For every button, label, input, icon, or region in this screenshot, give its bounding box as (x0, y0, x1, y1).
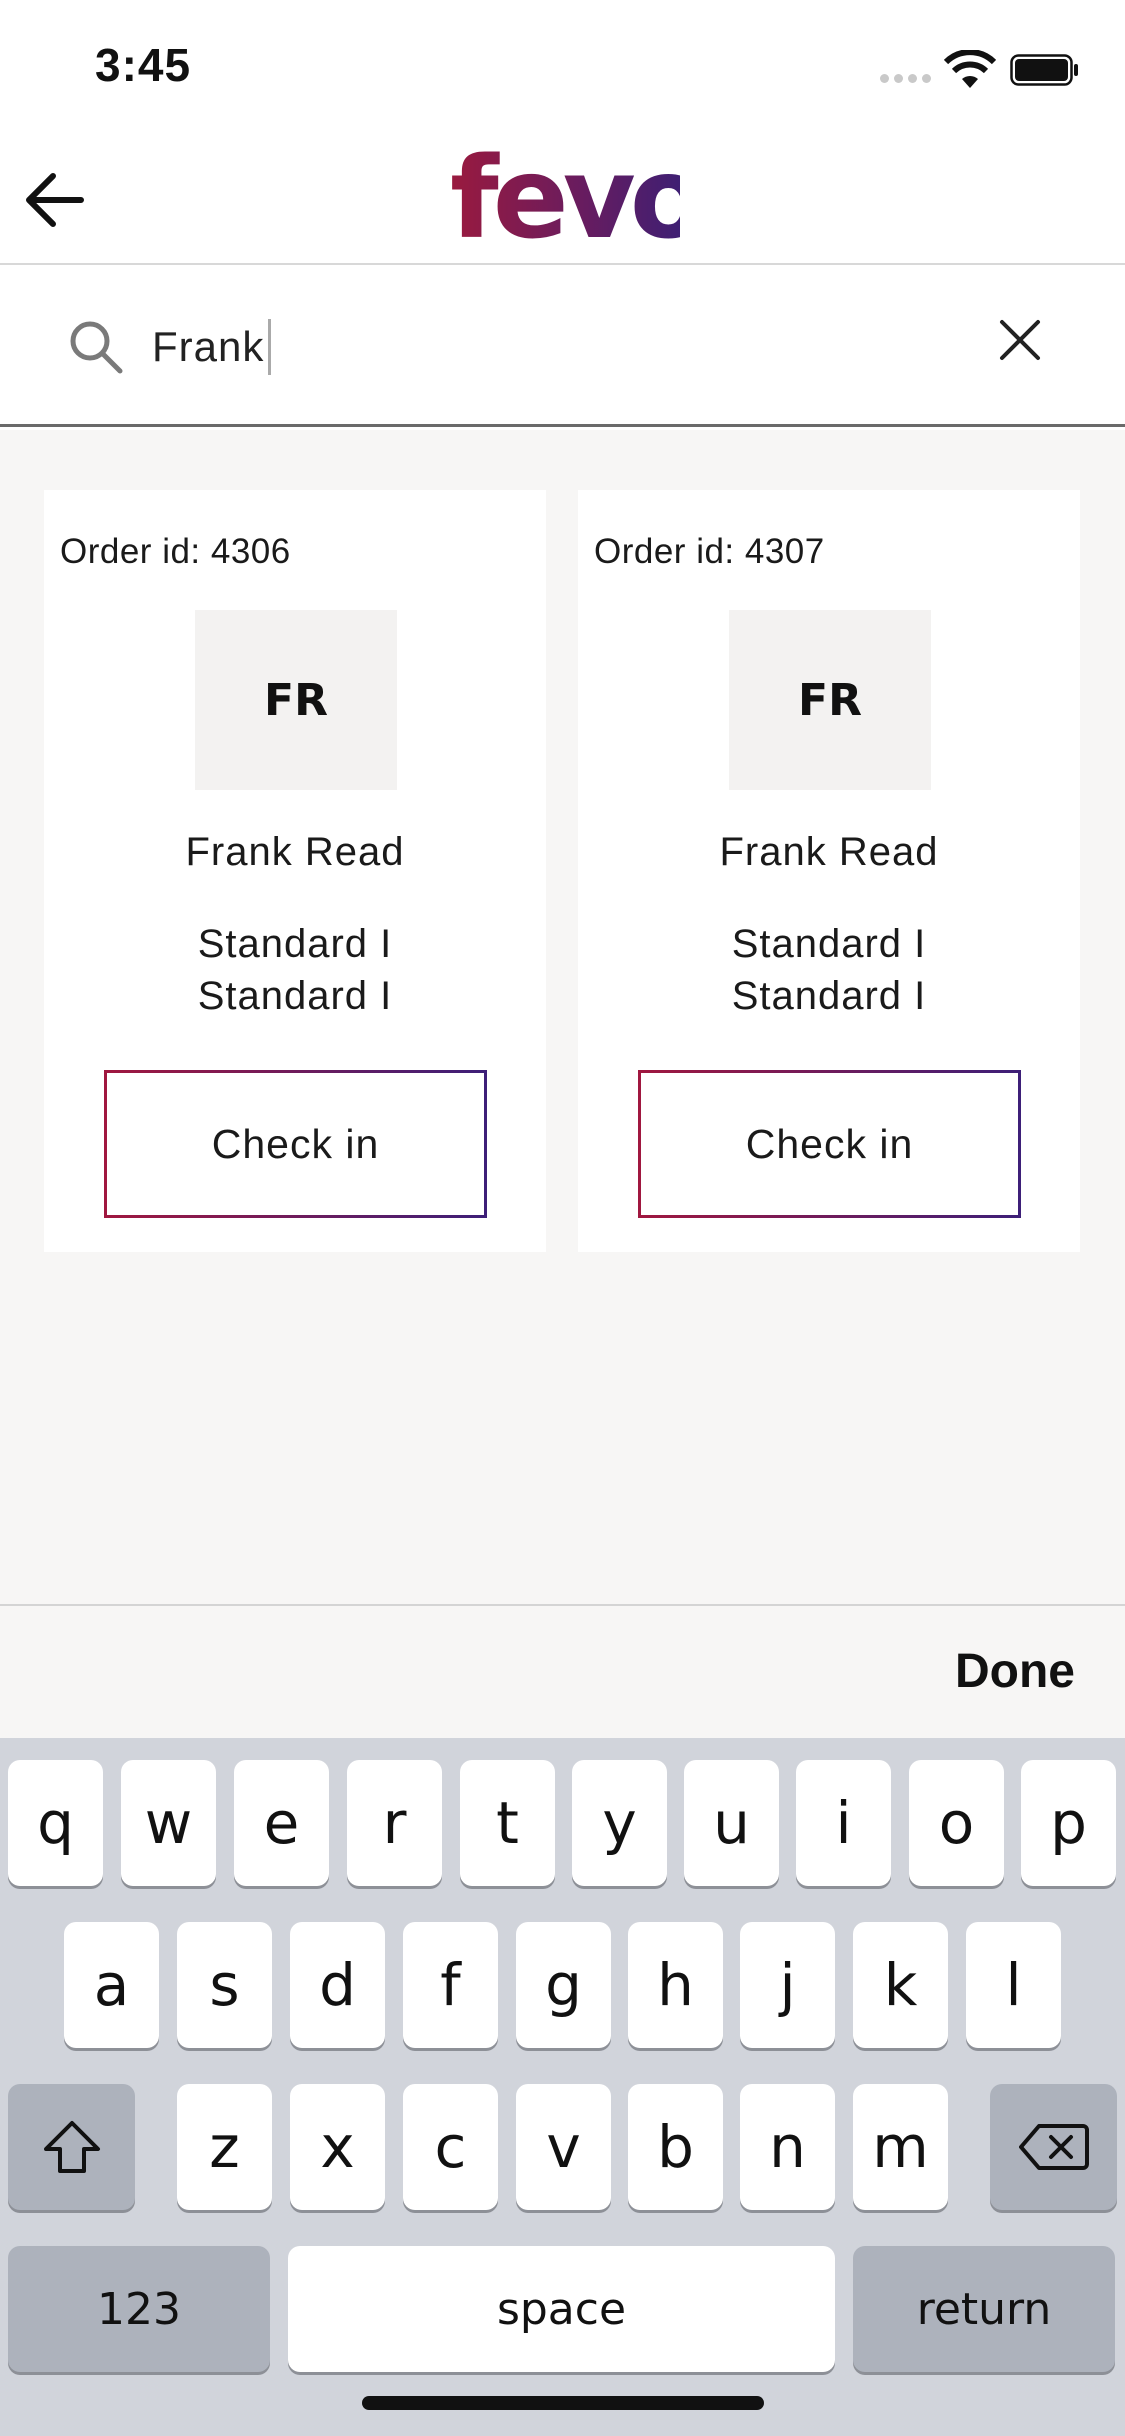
key-r[interactable]: r (347, 1760, 442, 1886)
return-key[interactable]: return (853, 2246, 1115, 2372)
key-m[interactable]: m (853, 2084, 948, 2210)
key-c[interactable]: c (403, 2084, 498, 2210)
key-t[interactable]: t (460, 1760, 555, 1886)
avatar: FR (729, 610, 931, 790)
app-header: fevo (0, 135, 1125, 265)
key-d[interactable]: d (290, 1922, 385, 2048)
backspace-icon (1018, 2124, 1089, 2170)
home-indicator[interactable] (362, 2396, 764, 2410)
cellular-signal-icon (880, 74, 932, 84)
key-x[interactable]: x (290, 2084, 385, 2210)
key-p[interactable]: p (1021, 1760, 1116, 1886)
keyboard-accessory-bar: Done (0, 1604, 1125, 1738)
key-h[interactable]: h (628, 1922, 723, 2048)
key-e[interactable]: e (234, 1760, 329, 1886)
keyboard: q w e r t y u i o p a s d f g h j k l z … (0, 1738, 1125, 2436)
key-g[interactable]: g (516, 1922, 611, 2048)
check-in-label: Check in (641, 1073, 1018, 1215)
back-button[interactable] (20, 165, 90, 235)
space-key[interactable]: space (288, 2246, 835, 2372)
attendee-name: Frank Read (185, 830, 405, 874)
search-input[interactable] (152, 312, 952, 382)
key-w[interactable]: w (121, 1760, 216, 1886)
key-u[interactable]: u (684, 1760, 779, 1886)
order-id: Order id: 4307 (594, 532, 825, 571)
key-i[interactable]: i (796, 1760, 891, 1886)
arrow-left-icon (26, 173, 84, 227)
done-button[interactable]: Done (955, 1644, 1075, 1699)
key-o[interactable]: o (909, 1760, 1004, 1886)
ticket-type: Standard I (731, 922, 927, 966)
check-in-button[interactable]: Check in (104, 1070, 487, 1218)
ticket-type: Standard I (197, 922, 393, 966)
key-z[interactable]: z (177, 2084, 272, 2210)
order-card: Order id: 4306 FR Frank Read Standard I … (44, 490, 546, 1252)
key-f[interactable]: f (403, 1922, 498, 2048)
ticket-type: Standard I (731, 974, 927, 1018)
wifi-icon (944, 50, 996, 88)
key-s[interactable]: s (177, 1922, 272, 2048)
status-time: 3:45 (95, 39, 192, 91)
battery-icon (1010, 54, 1078, 86)
ticket-type: Standard I (197, 974, 393, 1018)
backspace-key[interactable] (990, 2084, 1117, 2210)
check-in-button[interactable]: Check in (638, 1070, 1021, 1218)
shift-key[interactable] (8, 2084, 135, 2210)
attendee-name: Frank Read (719, 830, 939, 874)
key-j[interactable]: j (740, 1922, 835, 2048)
key-n[interactable]: n (740, 2084, 835, 2210)
avatar: FR (195, 610, 397, 790)
search-results: Order id: 4306 FR Frank Read Standard I … (0, 430, 1125, 1605)
order-card: Order id: 4307 FR Frank Read Standard I … (578, 490, 1080, 1252)
order-id: Order id: 4306 (60, 532, 291, 571)
search-icon (70, 321, 123, 374)
key-b[interactable]: b (628, 2084, 723, 2210)
status-bar: 3:45 (0, 0, 1125, 135)
search-bar (0, 267, 1125, 427)
numbers-key[interactable]: 123 (8, 2246, 270, 2372)
key-a[interactable]: a (64, 1922, 159, 2048)
key-q[interactable]: q (8, 1760, 103, 1886)
clear-search-icon[interactable] (990, 310, 1050, 370)
key-l[interactable]: l (966, 1922, 1061, 2048)
shift-icon (43, 2121, 100, 2173)
check-in-label: Check in (107, 1073, 484, 1215)
key-y[interactable]: y (572, 1760, 667, 1886)
key-v[interactable]: v (516, 2084, 611, 2210)
key-k[interactable]: k (853, 1922, 948, 2048)
fevo-logo: fevo (450, 134, 707, 264)
text-caret (268, 319, 271, 375)
